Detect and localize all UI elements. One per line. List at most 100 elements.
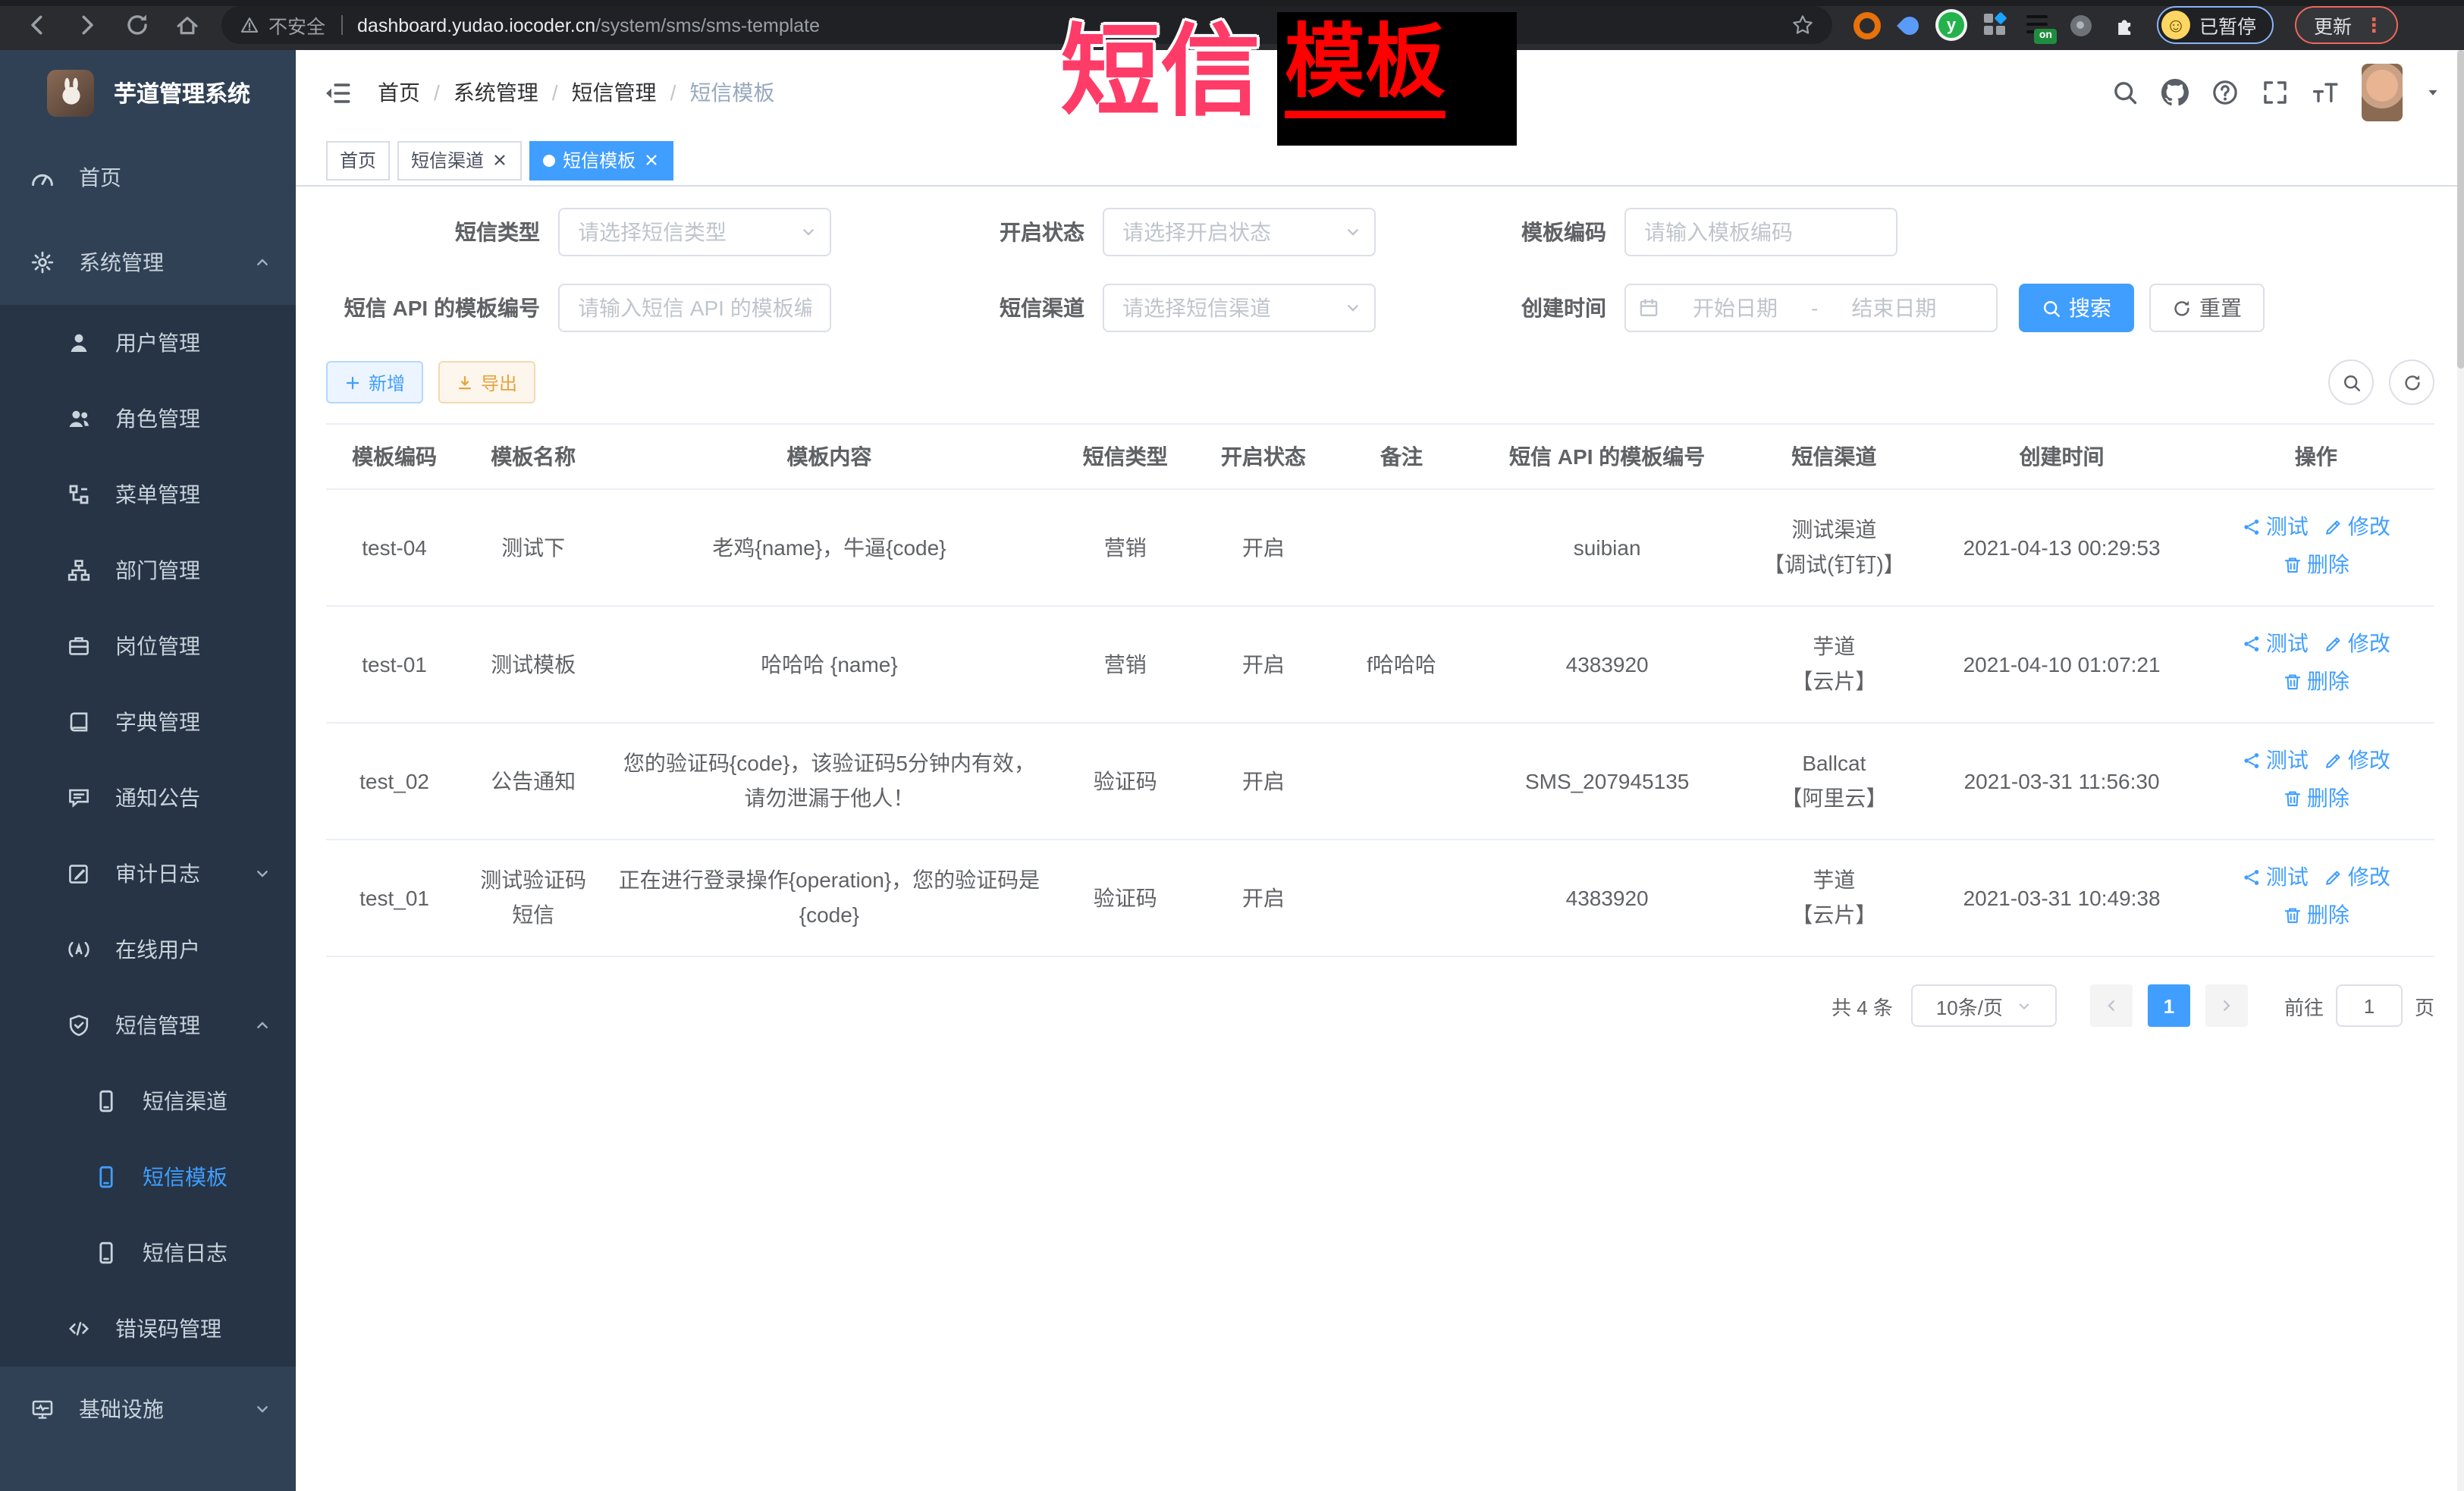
test-link[interactable]: 测试 xyxy=(2242,510,2309,545)
profile-paused-pill[interactable]: ☺ 已暂停 xyxy=(2157,6,2273,44)
channel-select[interactable] xyxy=(1103,284,1376,332)
edit-link[interactable]: 修改 xyxy=(2324,743,2390,778)
sidebar-item-online-10[interactable]: 在线用户 xyxy=(0,912,296,987)
prev-page-button[interactable] xyxy=(2090,984,2133,1027)
cell-created: 2021-03-31 11:56:30 xyxy=(1926,723,2197,840)
sidebar-item-user-2[interactable]: 用户管理 xyxy=(0,305,296,381)
start-date-input[interactable] xyxy=(1665,294,1805,322)
delete-link[interactable]: 删除 xyxy=(2283,781,2349,816)
sidebar-item-phone-12[interactable]: 短信渠道 xyxy=(0,1063,296,1139)
sidebar-item-shield-11[interactable]: 短信管理 xyxy=(0,987,296,1063)
home-icon[interactable] xyxy=(174,12,200,38)
tab-1[interactable]: 短信渠道 xyxy=(397,140,522,180)
refresh-table-button[interactable] xyxy=(2389,359,2434,405)
extensions-puzzle-icon[interactable] xyxy=(2111,13,2136,37)
sidebar-item-phone-13[interactable]: 短信模板 xyxy=(0,1139,296,1215)
github-icon[interactable] xyxy=(2161,79,2189,106)
sidebar-item-infra-16[interactable]: 基础设施 xyxy=(0,1367,296,1452)
edit-link[interactable]: 修改 xyxy=(2324,510,2390,545)
dept-icon xyxy=(67,558,91,582)
fold-menu-icon[interactable] xyxy=(323,78,352,107)
tab-0[interactable]: 首页 xyxy=(326,140,390,180)
sidebar-item-phone-14[interactable]: 短信日志 xyxy=(0,1215,296,1291)
create-time-label: 创建时间 xyxy=(1467,293,1624,323)
sidebar-menu: 首页系统管理用户管理角色管理菜单管理部门管理岗位管理字典管理通知公告审计日志在线… xyxy=(0,135,296,1452)
chevron-right-icon xyxy=(2218,997,2236,1015)
tab-label: 短信模板 xyxy=(563,147,636,173)
tab-label: 首页 xyxy=(340,147,376,173)
end-date-input[interactable] xyxy=(1824,294,1963,322)
sidebar-item-audit-9[interactable]: 审计日志 xyxy=(0,836,296,912)
breadcrumb-item[interactable]: 系统管理 xyxy=(454,77,538,108)
test-link[interactable]: 测试 xyxy=(2242,860,2309,895)
search-icon[interactable] xyxy=(2111,79,2139,106)
sidebar-item-menu-4[interactable]: 菜单管理 xyxy=(0,457,296,532)
extension-ring-icon[interactable] xyxy=(1853,11,1881,39)
forward-icon[interactable] xyxy=(74,12,100,38)
page-scrollbar[interactable] xyxy=(2457,50,2464,1491)
reload-icon[interactable] xyxy=(124,12,150,38)
page-size-select[interactable]: 10条/页 xyxy=(1911,984,2057,1027)
share-icon xyxy=(2242,751,2262,771)
pagination: 共 4 条 10条/页 1 前往 页 xyxy=(326,984,2434,1027)
help-icon[interactable] xyxy=(2211,79,2239,106)
date-range-picker[interactable]: - xyxy=(1624,284,1998,332)
next-page-button[interactable] xyxy=(2205,984,2248,1027)
update-pill[interactable]: 更新 ⋮ xyxy=(2294,6,2397,44)
goto-page-input[interactable] xyxy=(2336,984,2403,1027)
extension-key-icon[interactable] xyxy=(2070,14,2092,36)
close-icon[interactable] xyxy=(643,152,660,168)
bookmark-star-icon[interactable] xyxy=(1791,14,1814,36)
back-icon[interactable] xyxy=(24,12,50,38)
test-link[interactable]: 测试 xyxy=(2242,743,2309,778)
breadcrumb-item[interactable]: 短信管理 xyxy=(572,77,657,108)
extension-y-icon[interactable]: y xyxy=(1938,12,1964,38)
sidebar-item-notice-8[interactable]: 通知公告 xyxy=(0,760,296,836)
status-select[interactable] xyxy=(1103,208,1376,256)
export-button[interactable]: 导出 xyxy=(438,361,535,403)
sidebar-item-users-3[interactable]: 角色管理 xyxy=(0,381,296,457)
browser-menu-icon[interactable]: ⋮ xyxy=(2364,13,2384,37)
tab-2[interactable]: 短信模板 xyxy=(529,140,673,180)
reset-button[interactable]: 重置 xyxy=(2149,284,2265,332)
fullscreen-icon[interactable] xyxy=(2262,79,2289,106)
caret-down-icon[interactable] xyxy=(2425,85,2440,100)
extension-drop-icon[interactable] xyxy=(1897,12,1923,38)
gauge-icon xyxy=(30,165,55,190)
address-bar[interactable]: 不安全 dashboard.yudao.iocoder.cn/system/sm… xyxy=(221,6,1832,44)
sidebar-item-dept-5[interactable]: 部门管理 xyxy=(0,532,296,608)
edit-link[interactable]: 修改 xyxy=(2324,860,2390,895)
sidebar-item-gear-1[interactable]: 系统管理 xyxy=(0,220,296,305)
delete-link[interactable]: 删除 xyxy=(2283,898,2349,933)
toggle-search-button[interactable] xyxy=(2328,359,2374,405)
font-size-icon[interactable] xyxy=(2312,79,2339,106)
current-page[interactable]: 1 xyxy=(2148,984,2190,1027)
edit-link[interactable]: 修改 xyxy=(2324,626,2390,661)
trash-icon xyxy=(2283,672,2302,692)
breadcrumb-item[interactable]: 首页 xyxy=(378,77,420,108)
download-icon xyxy=(457,374,473,391)
sidebar-item-post-6[interactable]: 岗位管理 xyxy=(0,608,296,684)
sidebar-item-dict-7[interactable]: 字典管理 xyxy=(0,684,296,760)
sms-type-select[interactable] xyxy=(558,208,831,256)
delete-link[interactable]: 删除 xyxy=(2283,664,2349,699)
breadcrumb-item[interactable]: 短信模板 xyxy=(689,77,774,108)
add-button[interactable]: 新增 xyxy=(326,361,423,403)
extension-list-icon[interactable]: on xyxy=(2026,13,2051,37)
sidebar-item-label: 字典管理 xyxy=(115,707,200,737)
sidebar-item-code-15[interactable]: 错误码管理 xyxy=(0,1291,296,1367)
template-code-input[interactable] xyxy=(1624,208,1897,256)
cell-content: 正在进行登录操作{operation}，您的验证码是{code} xyxy=(604,840,1054,956)
scrollbar-thumb[interactable] xyxy=(2457,50,2464,369)
test-link[interactable]: 测试 xyxy=(2242,626,2309,661)
extension-squares-icon[interactable] xyxy=(1984,14,2007,36)
browser-toolbar: 不安全 dashboard.yudao.iocoder.cn/system/sm… xyxy=(0,0,2464,50)
close-icon[interactable] xyxy=(491,152,508,168)
logo-row[interactable]: 芋道管理系统 xyxy=(0,50,296,135)
user-avatar[interactable] xyxy=(2362,64,2403,121)
search-button[interactable]: 搜索 xyxy=(2019,284,2134,332)
sidebar-item-gauge-0[interactable]: 首页 xyxy=(0,135,296,220)
refresh-icon xyxy=(2172,298,2192,318)
api-template-id-input[interactable] xyxy=(558,284,831,332)
delete-link[interactable]: 删除 xyxy=(2283,548,2349,582)
